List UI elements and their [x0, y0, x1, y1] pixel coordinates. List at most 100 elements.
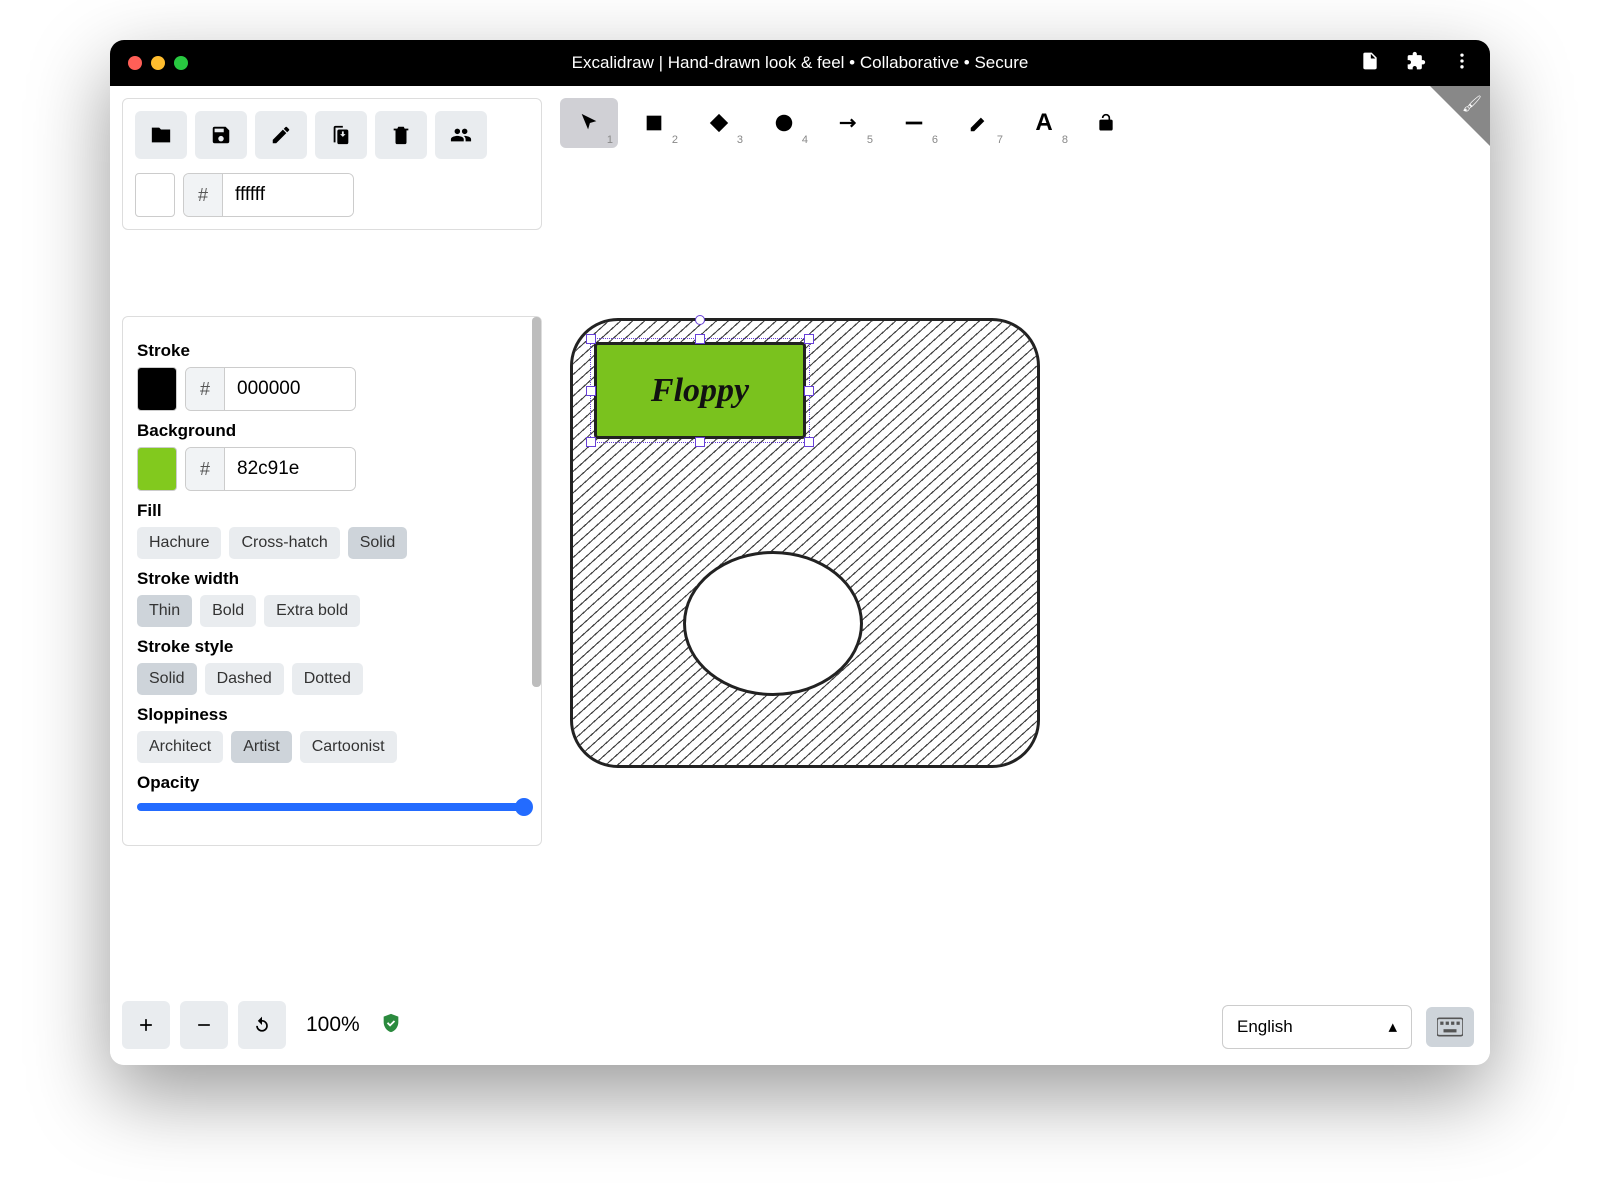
selection-bounds[interactable]: Floppy [590, 338, 810, 443]
rotate-handle[interactable] [695, 315, 705, 325]
save-button[interactable] [195, 111, 247, 159]
zoom-percentage[interactable]: 100% [296, 1013, 370, 1037]
zoom-reset-button[interactable] [238, 1001, 286, 1049]
panel-scrollbar[interactable] [532, 317, 541, 687]
tool-selection[interactable]: 1 [560, 98, 618, 148]
edit-button[interactable] [255, 111, 307, 159]
stroke-width-label: Stroke width [137, 569, 527, 589]
resize-handle-n[interactable] [695, 334, 705, 344]
selected-label[interactable]: Floppy [594, 342, 806, 439]
github-corner[interactable] [1430, 86, 1490, 146]
hash-label: # [184, 174, 223, 216]
stroke-width-options: Thin Bold Extra bold [137, 595, 527, 627]
fill-option-solid[interactable]: Solid [348, 527, 408, 559]
stroke-hex-input[interactable] [225, 368, 355, 410]
bottom-right-controls: English ▴ [1222, 1005, 1474, 1049]
tool-number: 8 [1062, 134, 1068, 146]
stroke-width-bold[interactable]: Bold [200, 595, 256, 627]
fill-label: Fill [137, 501, 527, 521]
chevron-up-icon: ▴ [1388, 1017, 1397, 1037]
drawn-shape-hole [683, 551, 863, 696]
hash-label: # [186, 368, 225, 410]
tool-ellipse[interactable]: 4 [755, 98, 813, 148]
sloppiness-options: Architect Artist Cartoonist [137, 731, 527, 763]
canvas-bg-swatch[interactable] [135, 173, 175, 217]
stroke-width-extra-bold[interactable]: Extra bold [264, 595, 360, 627]
background-hex-input[interactable] [225, 448, 355, 490]
trash-button[interactable] [375, 111, 427, 159]
stroke-hexwrap: # [185, 367, 356, 411]
collaborators-button[interactable] [435, 111, 487, 159]
tool-line[interactable]: 6 [885, 98, 943, 148]
tool-number: 3 [737, 134, 743, 146]
zoom-in-button[interactable] [122, 1001, 170, 1049]
stroke-width-thin[interactable]: Thin [137, 595, 192, 627]
tool-text[interactable]: A 8 [1015, 98, 1073, 148]
open-button[interactable] [135, 111, 187, 159]
language-selected: English [1237, 1017, 1293, 1037]
background-swatch[interactable] [137, 447, 177, 491]
language-select[interactable]: English ▴ [1222, 1005, 1412, 1049]
tool-number: 1 [607, 134, 613, 146]
close-window-button[interactable] [128, 56, 142, 70]
stroke-style-options: Solid Dashed Dotted [137, 663, 527, 695]
resize-handle-nw[interactable] [586, 334, 596, 344]
resize-handle-ne[interactable] [804, 334, 814, 344]
export-button[interactable] [315, 111, 367, 159]
canvas-bg-input[interactable] [223, 174, 353, 216]
extension-icon[interactable] [1406, 51, 1426, 76]
zoom-controls: 100% [122, 1001, 402, 1049]
document-icon[interactable] [1360, 51, 1380, 76]
keyboard-shortcuts-button[interactable] [1426, 1007, 1474, 1047]
sloppiness-cartoonist[interactable]: Cartoonist [300, 731, 397, 763]
opacity-thumb[interactable] [515, 798, 533, 816]
background-label: Background [137, 421, 527, 441]
more-vertical-icon[interactable] [1452, 51, 1472, 76]
stroke-swatch[interactable] [137, 367, 177, 411]
window-titlebar: Excalidraw | Hand-drawn look & feel • Co… [110, 40, 1490, 86]
stroke-label: Stroke [137, 341, 527, 361]
tool-draw[interactable]: 7 [950, 98, 1008, 148]
app-body: # Stroke # Background # [110, 86, 1490, 1065]
canvas-bg-row: # [135, 173, 529, 217]
file-operations [135, 111, 529, 159]
drawing-toolbar: 1 2 3 4 5 6 7 [560, 98, 1126, 148]
zoom-out-button[interactable] [180, 1001, 228, 1049]
opacity-label: Opacity [137, 773, 527, 793]
background-row: # [137, 447, 527, 491]
lock-toggle[interactable] [1086, 98, 1126, 148]
properties-panel: Stroke # Background # Fill Hachure Cros [122, 316, 542, 846]
stroke-style-solid[interactable]: Solid [137, 663, 197, 695]
traffic-lights [128, 56, 188, 70]
sloppiness-architect[interactable]: Architect [137, 731, 223, 763]
stroke-style-label: Stroke style [137, 637, 527, 657]
stroke-style-dotted[interactable]: Dotted [292, 663, 363, 695]
resize-handle-s[interactable] [695, 437, 705, 447]
opacity-slider[interactable] [137, 803, 527, 811]
resize-handle-sw[interactable] [586, 437, 596, 447]
background-hexwrap: # [185, 447, 356, 491]
resize-handle-se[interactable] [804, 437, 814, 447]
stroke-row: # [137, 367, 527, 411]
resize-handle-w[interactable] [586, 386, 596, 396]
fill-option-cross-hatch[interactable]: Cross-hatch [229, 527, 339, 559]
sloppiness-label: Sloppiness [137, 705, 527, 725]
titlebar-right-icons [1360, 51, 1472, 76]
canvas-bg-hexwrap: # [183, 173, 354, 217]
fill-option-hachure[interactable]: Hachure [137, 527, 221, 559]
secure-shield-icon [380, 1012, 402, 1039]
tool-number: 5 [867, 134, 873, 146]
tool-rectangle[interactable]: 2 [625, 98, 683, 148]
tool-number: 7 [997, 134, 1003, 146]
file-panel: # [122, 98, 542, 230]
stroke-style-dashed[interactable]: Dashed [205, 663, 284, 695]
fill-options: Hachure Cross-hatch Solid [137, 527, 527, 559]
sloppiness-artist[interactable]: Artist [231, 731, 291, 763]
canvas-content[interactable]: Floppy [570, 318, 1040, 778]
resize-handle-e[interactable] [804, 386, 814, 396]
minimize-window-button[interactable] [151, 56, 165, 70]
tool-arrow[interactable]: 5 [820, 98, 878, 148]
maximize-window-button[interactable] [174, 56, 188, 70]
hash-label: # [186, 448, 225, 490]
tool-diamond[interactable]: 3 [690, 98, 748, 148]
